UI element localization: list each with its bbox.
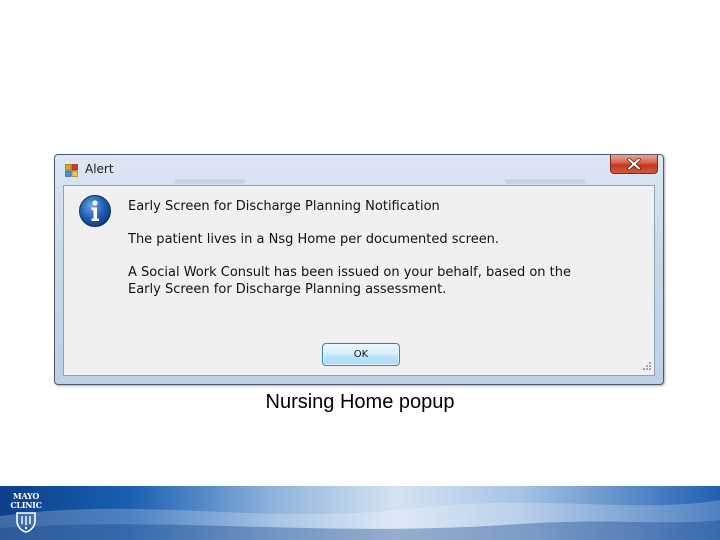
message-consult-line-1: A Social Work Consult has been issued on… bbox=[128, 265, 572, 280]
message-nursing-home: The patient lives in a Nsg Home per docu… bbox=[128, 232, 500, 247]
title-bar[interactable]: Alert bbox=[55, 155, 663, 185]
slide-caption: Nursing Home popup bbox=[265, 391, 455, 413]
message-consult-line-2: Early Screen for Discharge Planning asse… bbox=[128, 282, 447, 297]
footer-swoosh bbox=[0, 500, 720, 540]
app-icon[interactable] bbox=[65, 164, 78, 177]
alert-message: Early Screen for Discharge Planning Noti… bbox=[128, 198, 628, 314]
dialog-body: Early Screen for Discharge Planning Noti… bbox=[63, 185, 655, 376]
mayo-clinic-logo: MAYO CLINIC bbox=[8, 492, 44, 536]
alert-dialog: Alert Early Screen for Discharge Plannin… bbox=[54, 154, 664, 385]
ok-button[interactable]: OK bbox=[322, 343, 400, 366]
close-button[interactable] bbox=[610, 155, 658, 174]
resize-grip-icon[interactable] bbox=[640, 361, 652, 373]
message-heading: Early Screen for Discharge Planning Noti… bbox=[128, 199, 440, 214]
close-icon bbox=[627, 158, 641, 170]
dialog-title: Alert bbox=[85, 162, 114, 176]
message-consult: A Social Work Consult has been issued on… bbox=[128, 264, 628, 298]
title-bar-shadow-text bbox=[175, 179, 245, 184]
title-bar-shadow-text bbox=[505, 179, 585, 184]
mayo-shield-icon bbox=[16, 512, 36, 533]
footer-band bbox=[0, 486, 720, 540]
info-icon bbox=[79, 195, 111, 227]
logo-text-clinic: CLINIC bbox=[10, 500, 42, 510]
